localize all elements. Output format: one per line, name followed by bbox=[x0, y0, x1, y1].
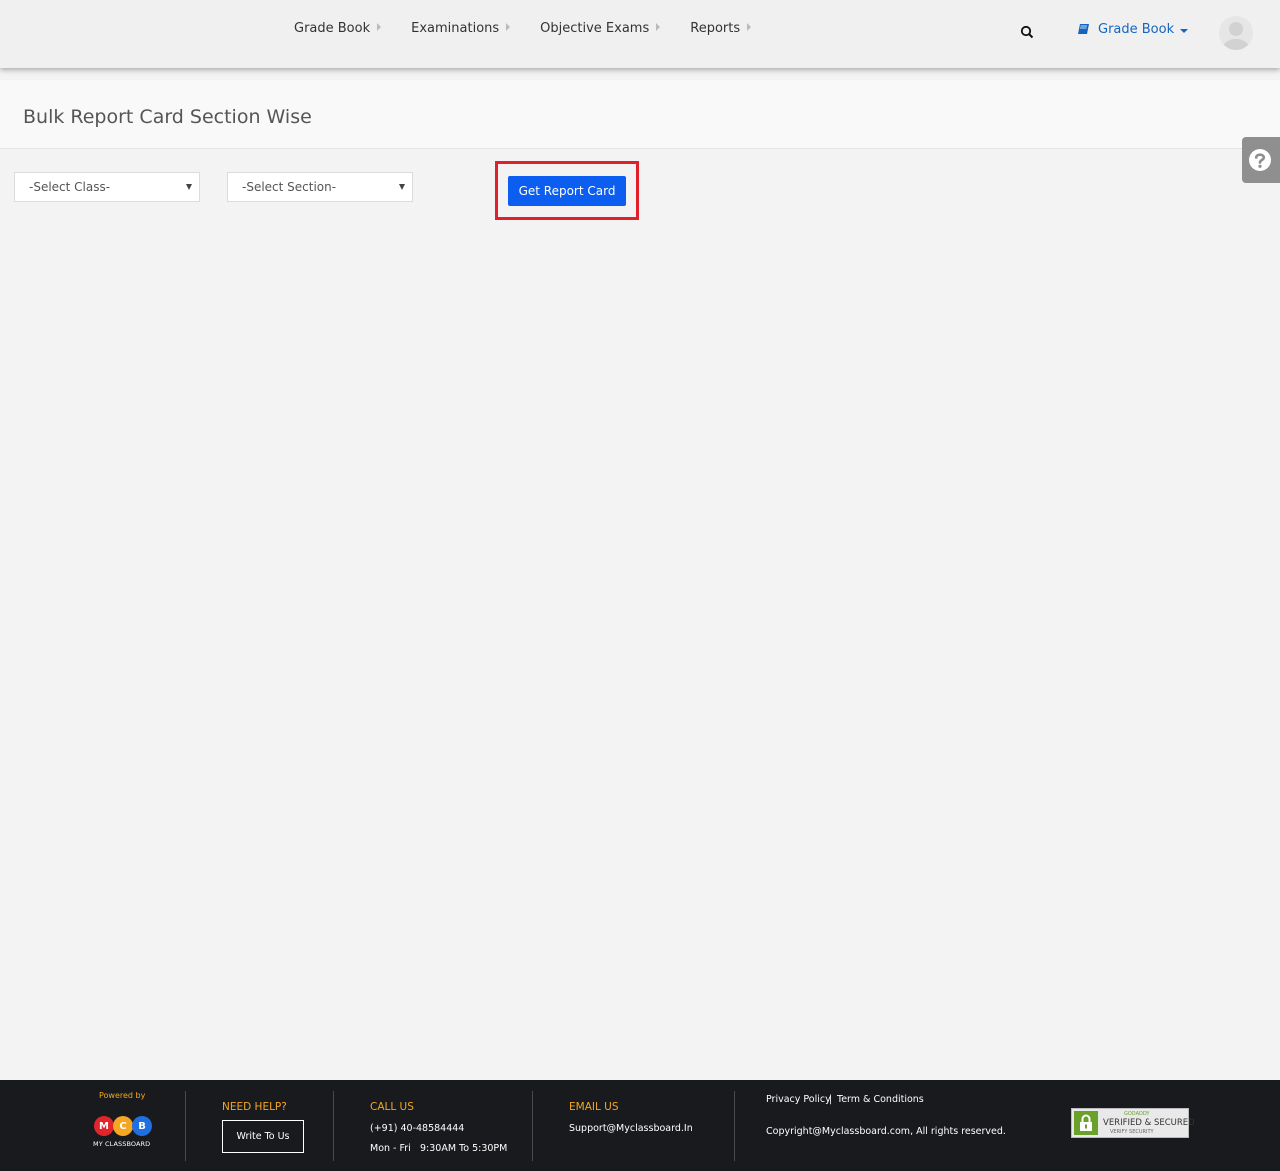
divider bbox=[532, 1091, 533, 1161]
nav-item-reports[interactable]: Reports bbox=[672, 0, 763, 56]
module-switcher[interactable]: Grade Book bbox=[1077, 22, 1189, 37]
powered-by-label: Powered by bbox=[99, 1091, 146, 1100]
help-heading: NEED HELP? bbox=[222, 1101, 287, 1113]
caret-down-icon bbox=[1180, 28, 1189, 33]
divider bbox=[333, 1091, 334, 1161]
call-heading: CALL US bbox=[370, 1101, 414, 1113]
divider bbox=[734, 1091, 735, 1161]
logo-text: MY CLASSBOARD bbox=[93, 1140, 151, 1148]
privacy-policy-link[interactable]: Privacy Policy bbox=[766, 1094, 831, 1105]
section-select-value: -Select Section- bbox=[242, 180, 337, 194]
avatar[interactable] bbox=[1219, 16, 1253, 50]
caret-right-icon bbox=[656, 23, 661, 31]
help-tab[interactable] bbox=[1242, 137, 1280, 183]
nav-item-label: Reports bbox=[690, 20, 741, 36]
hours-time: 9:30AM To 5:30PM bbox=[420, 1143, 508, 1154]
page-title: Bulk Report Card Section Wise bbox=[23, 106, 312, 128]
question-icon bbox=[1249, 149, 1271, 171]
nav-item-label: Objective Exams bbox=[540, 20, 650, 36]
nav-item-grade-book[interactable]: Grade Book bbox=[276, 0, 393, 56]
terms-link[interactable]: Term & Conditions bbox=[837, 1094, 924, 1105]
logo-letter: C bbox=[113, 1116, 133, 1136]
seal-sub-text: VERIFY SECURITY bbox=[1110, 1129, 1154, 1135]
class-select[interactable]: -Select Class- bbox=[14, 172, 200, 202]
nav-item-objective-exams[interactable]: Objective Exams bbox=[522, 0, 672, 56]
seal-top-text: GODADDY bbox=[1124, 1111, 1150, 1117]
main-menu: Grade Book Examinations Objective Exams … bbox=[276, 0, 763, 56]
copyright-text: Copyright@Myclassboard.com, All rights r… bbox=[766, 1126, 1006, 1137]
top-navbar: Grade Book Examinations Objective Exams … bbox=[0, 0, 1280, 68]
write-to-us-button[interactable]: Write To Us bbox=[222, 1120, 304, 1153]
lock-icon bbox=[1074, 1111, 1098, 1135]
nav-item-label: Examinations bbox=[411, 20, 500, 36]
caret-right-icon bbox=[506, 23, 511, 31]
search-icon[interactable] bbox=[1020, 25, 1034, 39]
class-select-value: -Select Class- bbox=[29, 180, 111, 194]
seal-main-text: VERIFIED & SECURED bbox=[1103, 1118, 1195, 1128]
footer: Powered by M C B MY CLASSBOARD NEED HELP… bbox=[0, 1080, 1280, 1171]
mcb-logo: M C B bbox=[94, 1116, 152, 1136]
section-select[interactable]: -Select Section- bbox=[227, 172, 413, 202]
security-seal[interactable]: GODADDY VERIFIED & SECURED VERIFY SECURI… bbox=[1071, 1108, 1195, 1138]
logo-letter: B bbox=[132, 1116, 152, 1136]
get-report-card-button[interactable]: Get Report Card bbox=[508, 176, 626, 206]
nav-item-examinations[interactable]: Examinations bbox=[393, 0, 522, 56]
link-separator: | bbox=[829, 1094, 833, 1105]
book-icon bbox=[1078, 24, 1089, 34]
email-heading: EMAIL US bbox=[569, 1101, 619, 1113]
phone-number: (+91) 40-48584444 bbox=[370, 1123, 465, 1134]
caret-right-icon bbox=[747, 23, 752, 31]
logo-letter: M bbox=[94, 1116, 114, 1136]
hours-days: Mon - Fri bbox=[370, 1143, 411, 1154]
caret-right-icon bbox=[377, 23, 382, 31]
page-header: Bulk Report Card Section Wise bbox=[0, 80, 1280, 149]
support-email-link[interactable]: Support@Myclassboard.In bbox=[569, 1123, 693, 1134]
divider bbox=[185, 1091, 186, 1161]
module-label: Grade Book bbox=[1098, 22, 1175, 37]
dropdown-arrow-icon bbox=[186, 184, 192, 190]
nav-item-label: Grade Book bbox=[294, 20, 371, 36]
dropdown-arrow-icon bbox=[399, 184, 405, 190]
user-icon bbox=[1223, 22, 1249, 50]
